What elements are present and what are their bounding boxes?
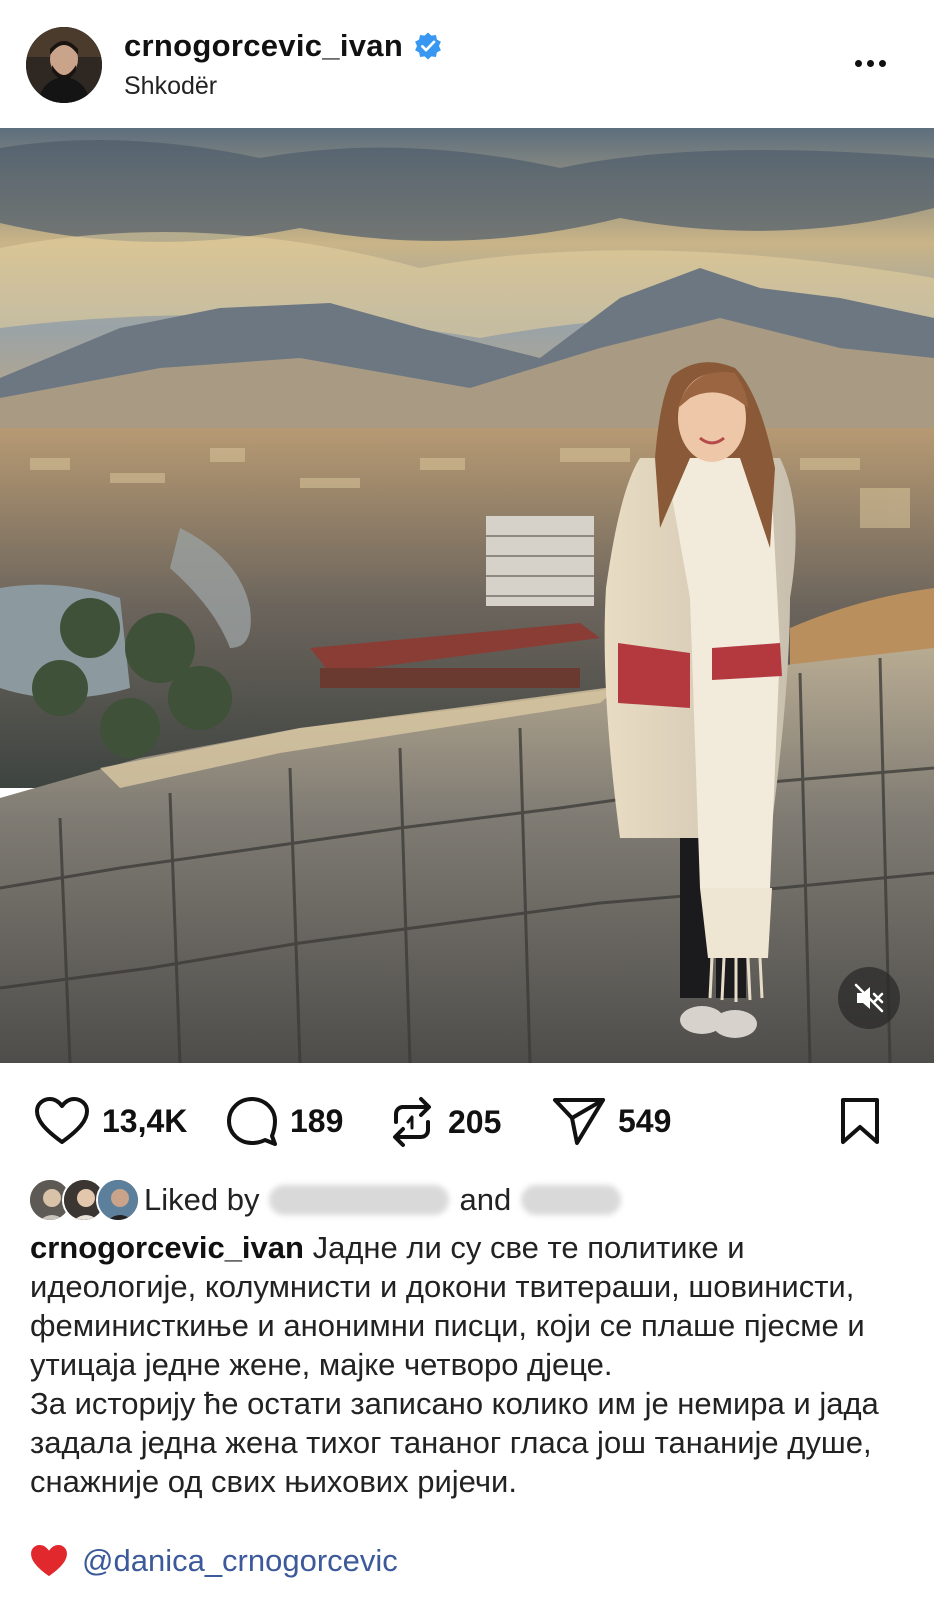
speaker-glyph (854, 983, 884, 1013)
mention-link[interactable]: @danica_crnogorcevic (82, 1543, 398, 1579)
share-button[interactable]: 549 (552, 1096, 671, 1146)
liked-by-connector: and (459, 1182, 512, 1217)
mention-row: @danica_crnogorcevic (30, 1543, 398, 1579)
like-count[interactable]: 13,4K (102, 1103, 187, 1140)
avatar-image (26, 27, 102, 103)
username-row: crnogorcevic_ivan (124, 28, 443, 64)
post-header: crnogorcevic_ivan Shkodër (0, 0, 934, 128)
heart-icon (35, 1097, 89, 1144)
caption-username[interactable]: crnogorcevic_ivan (30, 1230, 304, 1265)
liker-avatar (96, 1178, 140, 1222)
send-icon (553, 1098, 605, 1145)
verified-badge-icon (415, 32, 441, 60)
repost-icon (393, 1097, 431, 1147)
blurred-username[interactable] (269, 1185, 450, 1215)
liker-avatars (28, 1178, 140, 1222)
bookmark-icon[interactable] (838, 1096, 882, 1151)
caption-paragraph-1: crnogorcevic_ivan Јадне ли су све те пол… (30, 1228, 910, 1384)
liked-by-row[interactable]: Liked by and (28, 1176, 631, 1224)
blurred-others[interactable] (521, 1185, 622, 1215)
liked-by-label: Liked by (144, 1182, 260, 1217)
avatar[interactable] (26, 27, 102, 103)
username[interactable]: crnogorcevic_ivan (124, 28, 403, 64)
photo-scene (0, 128, 934, 1063)
comment-bubble-icon (227, 1097, 277, 1146)
user-block: crnogorcevic_ivan Shkodër (124, 28, 443, 101)
muted-speaker-icon[interactable] (838, 967, 900, 1029)
comment-button[interactable]: 189 (226, 1096, 343, 1146)
bookmark-glyph (841, 1098, 879, 1144)
post-photo[interactable] (0, 128, 934, 1063)
action-bar: 13,4K 189 205 549 (0, 1090, 934, 1154)
repost-count[interactable]: 205 (448, 1104, 501, 1141)
like-button[interactable]: 13,4K (34, 1096, 187, 1146)
caption-paragraph-2: За историју ће остати записано колико им… (30, 1386, 879, 1499)
share-count[interactable]: 549 (618, 1103, 671, 1140)
caption: crnogorcevic_ivan Јадне ли су све те пол… (30, 1228, 910, 1501)
more-options-icon[interactable] (855, 60, 886, 67)
red-heart-icon (31, 1544, 67, 1577)
comment-count[interactable]: 189 (290, 1103, 343, 1140)
repost-button[interactable]: 205 (388, 1096, 501, 1148)
location-label[interactable]: Shkodër (124, 72, 443, 101)
